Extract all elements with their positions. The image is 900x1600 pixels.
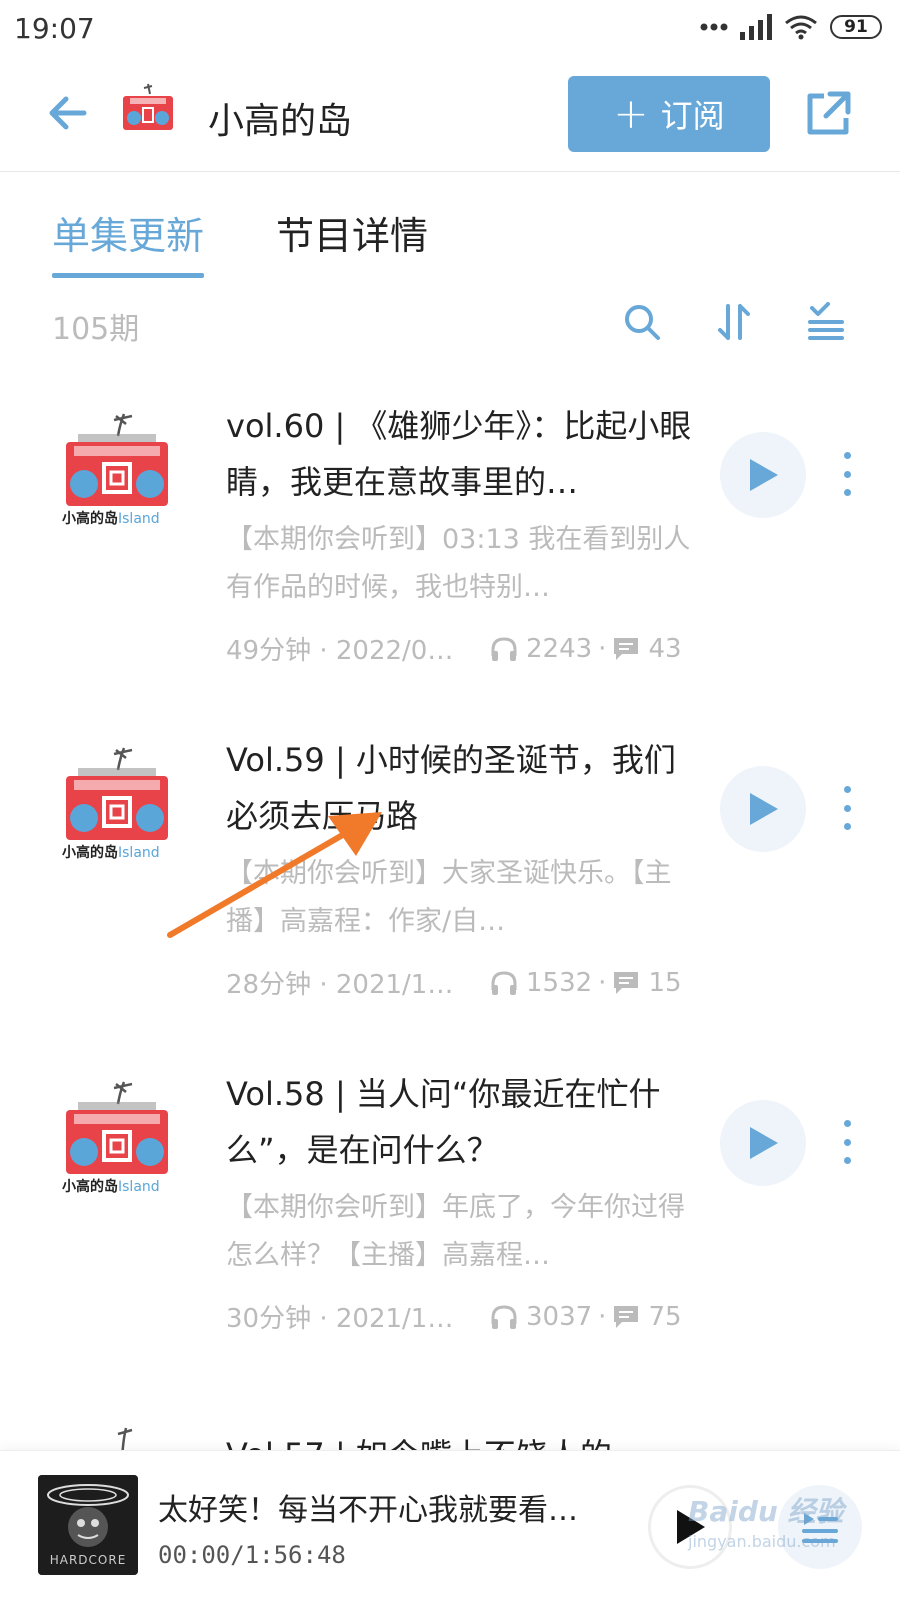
more-options-button[interactable] bbox=[832, 446, 862, 502]
episode-plays: 2243 bbox=[526, 633, 593, 664]
episode-comments: 43 bbox=[648, 633, 682, 664]
filter-list-icon bbox=[808, 302, 844, 340]
more-options-button[interactable] bbox=[832, 780, 862, 836]
episode-comments: 75 bbox=[648, 1301, 682, 1332]
mini-player-cover-text: HARDCORE bbox=[49, 1553, 127, 1567]
mini-player-title: 太好笑！每当不开心我就要看… bbox=[158, 1493, 578, 1528]
share-button[interactable] bbox=[804, 88, 854, 138]
episode-plays: 1532 bbox=[526, 967, 593, 998]
episode-item[interactable]: 小高的岛Island vol.60 | 《雄狮少年》：比起小眼睛，我更在意故事里… bbox=[0, 390, 900, 730]
tab-program-details[interactable]: 节目详情 bbox=[276, 205, 428, 260]
play-button[interactable] bbox=[720, 1100, 806, 1186]
battery-indicator: 91 bbox=[830, 15, 882, 39]
episode-duration-date: 49分钟 · 2022/0… bbox=[226, 636, 454, 666]
search-button[interactable] bbox=[622, 302, 662, 342]
meta-separator: · bbox=[598, 967, 607, 998]
episode-count: 105期 bbox=[52, 312, 140, 347]
tab-bar: 单集更新 节目详情 bbox=[0, 205, 900, 278]
episode-description: 【本期你会听到】大家圣诞快乐。【主播】高嘉程：作家/自… bbox=[226, 858, 672, 937]
cover-island-text: Island bbox=[118, 845, 160, 861]
episode-item-partial[interactable]: Vol.57 | 如今嘴上不饶人的 bbox=[0, 1420, 900, 1450]
status-time: 19:07 bbox=[14, 12, 95, 45]
podcast-logo bbox=[120, 82, 176, 144]
episode-title: vol.60 | 《雄狮少年》：比起小眼睛，我更在意故事里的… bbox=[226, 407, 692, 501]
episode-title: Vol.59 | 小时候的圣诞节，我们必须去压马路 bbox=[226, 741, 676, 835]
sort-button[interactable] bbox=[714, 302, 754, 342]
mini-player-time: 00:00/1:56:48 bbox=[158, 1541, 346, 1569]
podcast-title: 小高的岛 bbox=[208, 101, 353, 142]
header: 小高的岛 + 订阅 bbox=[0, 62, 900, 172]
share-external-icon bbox=[807, 91, 851, 135]
episode-meta: 28分钟 · 2021/1… 1532 · 15 bbox=[226, 964, 696, 1001]
episode-cover-partial bbox=[117, 1427, 133, 1450]
episode-title: Vol.58 | 当人问“你最近在忙什么”，是在问什么？ bbox=[226, 1075, 661, 1169]
episode-plays: 3037 bbox=[526, 1301, 593, 1332]
signal-bars-icon bbox=[740, 14, 772, 40]
wifi-icon bbox=[785, 15, 817, 40]
sort-icon bbox=[718, 304, 750, 340]
episode-title: Vol.57 | 如今嘴上不饶人的 bbox=[226, 1430, 612, 1450]
episode-item[interactable]: 小高的岛Island Vol.58 | 当人问“你最近在忙什么”，是在问什么？ … bbox=[0, 1058, 900, 1398]
mini-player-play-button[interactable] bbox=[648, 1485, 732, 1569]
tab-episodes[interactable]: 单集更新 bbox=[52, 205, 205, 278]
episode-meta: 30分钟 · 2021/1… 3037 · 75 bbox=[226, 1298, 696, 1335]
play-button[interactable] bbox=[720, 432, 806, 518]
playlist-button[interactable] bbox=[778, 1485, 862, 1569]
comment-icon bbox=[614, 1305, 639, 1328]
filter-button[interactable] bbox=[806, 302, 846, 342]
cover-text: 小高的岛 bbox=[62, 845, 118, 861]
more-options-button[interactable] bbox=[832, 1114, 862, 1170]
more-dot bbox=[843, 489, 851, 496]
comment-icon bbox=[614, 637, 639, 660]
more-vertical-icon bbox=[843, 452, 851, 459]
signal-dots-icon bbox=[700, 23, 728, 31]
play-icon bbox=[750, 459, 778, 491]
play-button[interactable] bbox=[720, 766, 806, 852]
cover-island-text: Island bbox=[118, 1179, 160, 1195]
cover-text: 小高的岛 bbox=[62, 511, 118, 527]
mini-player[interactable]: HARDCORE 太好笑！每当不开心我就要看… 00:00/1:56:48 bbox=[0, 1450, 900, 1600]
back-button[interactable] bbox=[44, 88, 94, 138]
subscribe-label: 订阅 bbox=[660, 97, 725, 135]
episode-description: 【本期你会听到】03:13 我在看到别人有作品的时候，我也特别… bbox=[226, 524, 691, 603]
arrow-left-icon bbox=[49, 96, 87, 130]
episode-duration-date: 30分钟 · 2021/1… bbox=[226, 1304, 454, 1334]
cover-text: 小高的岛 bbox=[62, 1179, 118, 1195]
cover-island-text: Island bbox=[118, 511, 160, 527]
episode-list: 小高的岛Island vol.60 | 《雄狮少年》：比起小眼睛，我更在意故事里… bbox=[0, 390, 900, 1450]
play-icon bbox=[750, 1127, 778, 1159]
episode-meta: 49分钟 · 2022/0… 2243 · 43 bbox=[226, 630, 696, 667]
headphones-icon bbox=[491, 970, 517, 995]
episode-cover: 小高的岛Island bbox=[62, 410, 172, 530]
more-vertical-icon bbox=[843, 1120, 851, 1127]
status-icons: 91 bbox=[700, 14, 882, 40]
status-bar: 19:07 91 bbox=[0, 0, 900, 62]
subscribe-button[interactable]: + 订阅 bbox=[568, 76, 770, 152]
more-dot bbox=[843, 470, 851, 478]
episode-cover: 小高的岛Island bbox=[62, 1078, 172, 1198]
more-dot bbox=[843, 823, 851, 830]
headphones-icon bbox=[491, 636, 517, 661]
list-toolbar: 105期 bbox=[0, 296, 900, 352]
episode-cover: 小高的岛Island bbox=[62, 744, 172, 864]
episode-item[interactable]: 小高的岛Island Vol.59 | 小时候的圣诞节，我们必须去压马路 【本期… bbox=[0, 724, 900, 1064]
playlist-icon bbox=[802, 1513, 838, 1543]
meta-separator: · bbox=[598, 1301, 607, 1332]
plus-icon: + bbox=[613, 89, 649, 138]
mini-player-cover: HARDCORE bbox=[38, 1475, 138, 1575]
headphones-icon bbox=[491, 1304, 517, 1329]
comment-icon bbox=[614, 971, 639, 994]
more-dot bbox=[843, 1138, 851, 1146]
episode-duration-date: 28分钟 · 2021/1… bbox=[226, 970, 454, 1000]
play-icon bbox=[750, 793, 778, 825]
play-icon bbox=[677, 1510, 705, 1544]
more-dot bbox=[843, 804, 851, 812]
more-vertical-icon bbox=[843, 786, 851, 793]
episode-comments: 15 bbox=[648, 967, 682, 998]
more-dot bbox=[843, 1157, 851, 1164]
episode-description: 【本期你会听到】年底了，今年你过得怎么样？【主播】高嘉程… bbox=[226, 1192, 685, 1271]
search-icon bbox=[625, 305, 660, 340]
meta-separator: · bbox=[598, 633, 607, 664]
